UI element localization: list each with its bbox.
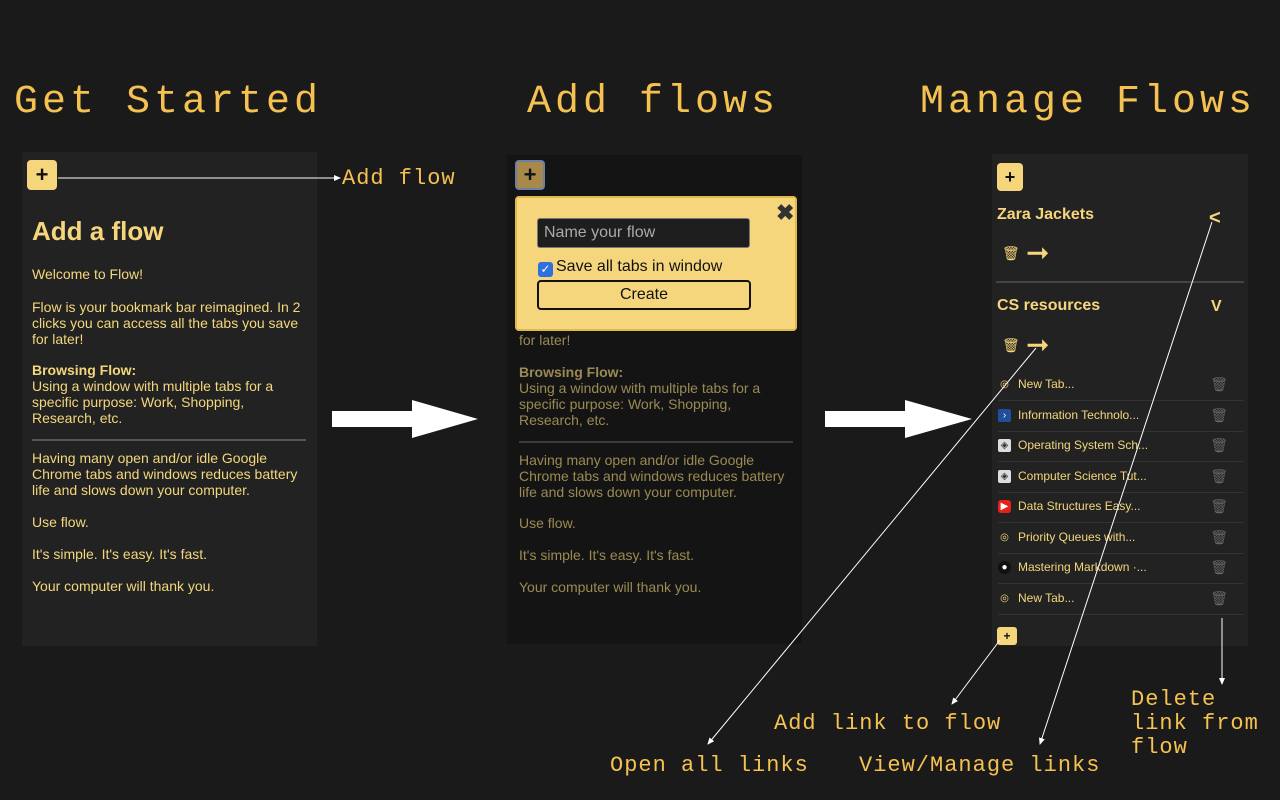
add-link-pointer-line: [951, 639, 1001, 705]
open-all-pointer-line: [707, 347, 1037, 745]
annotation-overlay: [58, 175, 1225, 745]
view-manage-pointer-line: [1039, 221, 1213, 745]
big-arrow-right-icon: [332, 400, 478, 438]
big-arrow-right-icon: [825, 400, 972, 438]
